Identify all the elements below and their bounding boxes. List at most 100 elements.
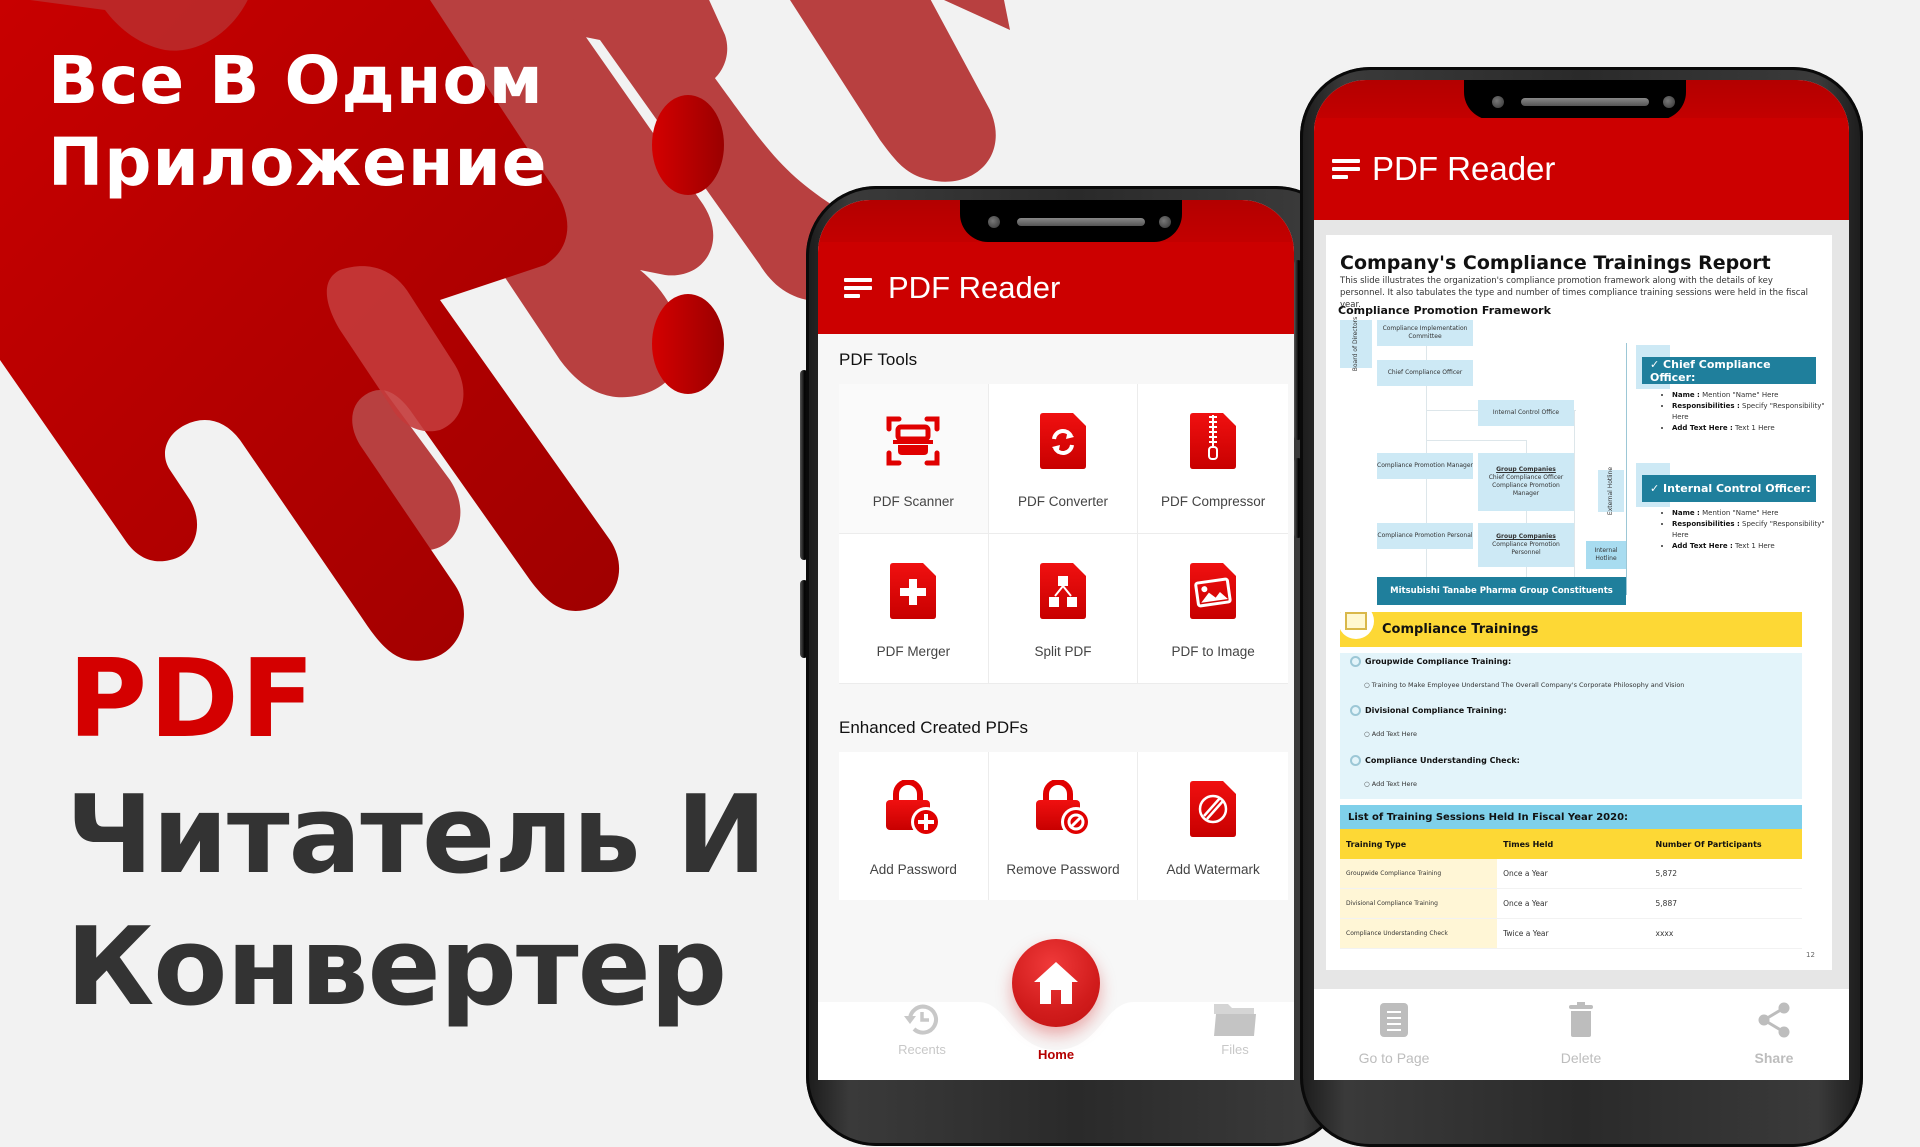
home-screen: PDF Reader PDF Tools PDF Scanner PDF Con… <box>818 200 1294 1080</box>
tool-label: PDF Merger <box>876 644 951 659</box>
org-box-external-hotline: External Hotline <box>1598 467 1624 515</box>
image-file-icon <box>1182 560 1244 622</box>
tool-label: Add Password <box>869 862 957 877</box>
nav-label: Files <box>1221 1042 1249 1057</box>
tool-label: PDF to Image <box>1171 644 1255 659</box>
hamburger-menu-icon[interactable] <box>844 278 872 298</box>
tool-pdf-merger[interactable]: PDF Merger <box>839 534 989 684</box>
org-box-promo-manager: Compliance Promotion Manager <box>1377 453 1473 479</box>
sessions-table: Training Type Times Held Number Of Parti… <box>1340 829 1802 949</box>
training-item: Groupwide Compliance Training: <box>1350 656 1511 667</box>
table-header: Times Held <box>1497 829 1650 859</box>
table-header: Number Of Participants <box>1649 829 1802 859</box>
home-icon <box>1034 962 1078 1004</box>
nav-home-button[interactable] <box>1012 939 1100 1027</box>
training-detail: ○ Add Text Here <box>1364 730 1418 738</box>
share-icon <box>1758 1002 1790 1038</box>
training-item: Divisional Compliance Training: <box>1350 705 1507 716</box>
tool-pdf-to-image[interactable]: PDF to Image <box>1138 534 1288 684</box>
org-box-committee: Compliance Implementation Committee <box>1377 320 1473 346</box>
headline: Все В Одном Приложение <box>48 40 547 204</box>
convert-file-icon <box>1032 410 1094 472</box>
officer-details: Name : Mention "Name" Here Responsibilit… <box>1658 508 1832 552</box>
tool-label: PDF Scanner <box>872 494 954 509</box>
tool-remove-password[interactable]: Remove Password <box>988 752 1139 900</box>
doc-title: Company's Compliance Trainings Report <box>1340 252 1771 274</box>
nav-files[interactable]: Files <box>1175 1002 1294 1057</box>
sessions-heading: List of Training Sessions Held In Fiscal… <box>1340 805 1802 829</box>
org-box-cco: Chief Compliance Officer <box>1377 360 1473 386</box>
trash-icon <box>1569 1002 1593 1037</box>
org-box-internal-control: Internal Control Office <box>1478 400 1574 426</box>
tool-pdf-converter[interactable]: PDF Converter <box>988 384 1139 534</box>
tool-pdf-scanner[interactable]: PDF Scanner <box>839 384 989 534</box>
tool-label: PDF Compressor <box>1161 494 1266 509</box>
tool-split-pdf[interactable]: Split PDF <box>988 534 1139 684</box>
officer-heading: ✓ Internal Control Officer: <box>1642 475 1816 502</box>
home-app-bar: PDF Reader <box>818 242 1294 334</box>
app-title: PDF Reader <box>1372 150 1556 187</box>
red-dot <box>652 95 724 195</box>
action-delete[interactable]: Delete <box>1531 1002 1631 1066</box>
table-row: Divisional Compliance Training Once a Ye… <box>1340 888 1802 919</box>
lock-remove-icon <box>1032 778 1094 840</box>
tool-label: Add Watermark <box>1166 862 1260 877</box>
nav-label: Recents <box>898 1042 946 1057</box>
scanner-icon <box>882 410 944 472</box>
folder-icon <box>1214 1004 1256 1036</box>
pdf-tools-heading: PDF Tools <box>839 350 918 369</box>
phone-notch <box>1464 80 1686 120</box>
org-box-internal-hotline: Internal Hotline <box>1586 541 1626 569</box>
tool-add-watermark[interactable]: Add Watermark <box>1138 752 1288 900</box>
table-row: Compliance Understanding Check Twice a Y… <box>1340 918 1802 949</box>
nav-recents[interactable]: Recents <box>862 1002 982 1057</box>
split-file-icon <box>1032 560 1094 622</box>
action-label: Share <box>1754 1050 1794 1066</box>
enhanced-pdfs-grid: Add Password Remove Password Add Waterma… <box>839 752 1288 900</box>
tool-pdf-compressor[interactable]: PDF Compressor <box>1138 384 1288 534</box>
nav-home-label: Home <box>996 1047 1116 1062</box>
reader-screen: PDF Reader Company's Compliance Training… <box>1314 80 1849 1080</box>
table-header: Training Type <box>1340 829 1498 859</box>
action-go-to-page[interactable]: Go to Page <box>1334 1002 1454 1066</box>
phone-notch <box>960 200 1182 242</box>
officer-details: Name : Mention "Name" Here Responsibilit… <box>1658 390 1832 434</box>
table-row: Groupwide Compliance Training Once a Yea… <box>1340 859 1802 889</box>
lock-add-icon <box>882 778 944 840</box>
nav-label: Home <box>1037 1047 1075 1062</box>
history-icon <box>904 1004 938 1035</box>
tool-label: Split PDF <box>1034 644 1092 659</box>
trainings-heading: Compliance Trainings <box>1340 612 1802 647</box>
accent-word: PDF <box>68 637 317 762</box>
headline-line-1: Все В Одном <box>48 42 544 119</box>
action-share[interactable]: Share <box>1724 1002 1824 1066</box>
pdf-tools-grid: PDF Scanner PDF Converter PDF Compressor… <box>839 384 1288 684</box>
training-item: Compliance Understanding Check: <box>1350 755 1520 766</box>
presentation-icon <box>1338 603 1374 639</box>
org-box-group-cco: Group Companies Chief Compliance Officer … <box>1478 453 1574 511</box>
tool-add-password[interactable]: Add Password <box>839 752 989 900</box>
training-detail: ○ Training to Make Employee Understand T… <box>1364 681 1685 689</box>
hamburger-menu-icon[interactable] <box>1332 159 1360 179</box>
trainings-list <box>1340 653 1802 799</box>
red-dot <box>652 294 724 394</box>
subheadline-line-2: Конвертер <box>66 905 727 1030</box>
framework-title: Compliance Promotion Framework <box>1338 304 1551 317</box>
action-label: Delete <box>1560 1050 1602 1066</box>
org-box-promo-personal: Compliance Promotion Personal <box>1377 523 1473 549</box>
go-to-page-icon <box>1380 1003 1408 1037</box>
page-number: 12 <box>1806 951 1815 959</box>
watermark-file-icon <box>1182 778 1244 840</box>
tool-label: PDF Converter <box>1017 494 1108 509</box>
app-title: PDF Reader <box>888 270 1061 305</box>
reader-app-bar: PDF Reader <box>1314 118 1849 220</box>
officer-heading: ✓ Chief Compliance Officer: <box>1642 357 1816 384</box>
org-box-group-personnel: Group Companies Compliance Promotion Pers… <box>1478 523 1574 567</box>
zip-file-icon <box>1182 410 1244 472</box>
pdf-page[interactable]: Company's Compliance Trainings Report Th… <box>1326 235 1832 970</box>
enhanced-pdfs-heading: Enhanced Created PDFs <box>839 718 1028 737</box>
headline-line-2: Приложение <box>48 124 548 201</box>
subheadline-line-1: Читатель И <box>66 773 767 898</box>
merge-file-icon <box>882 560 944 622</box>
org-box-board: Board of Directors <box>1340 317 1372 371</box>
